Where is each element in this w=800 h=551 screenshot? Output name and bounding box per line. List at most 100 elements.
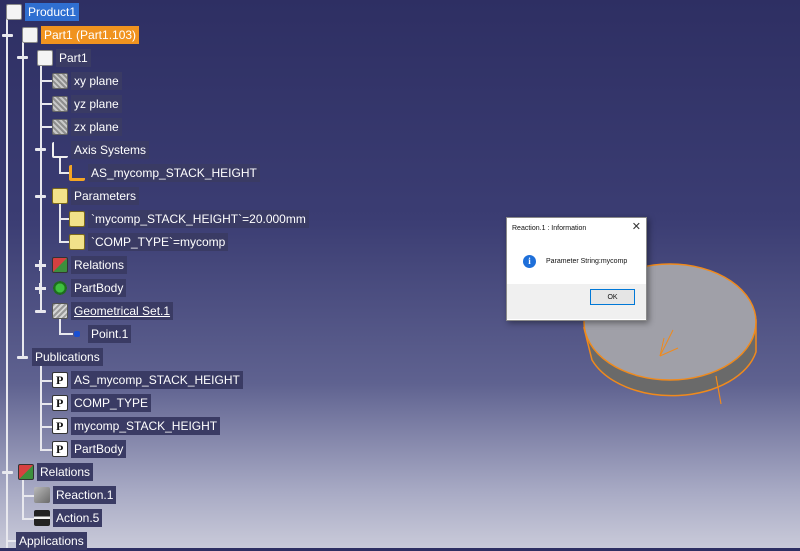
connector (40, 380, 52, 382)
axis-systems-icon (52, 142, 68, 158)
connector (59, 218, 69, 220)
tree-node-publications[interactable]: Publications (32, 347, 103, 367)
connector (22, 518, 34, 520)
expand-toggle-partbody-v (39, 283, 42, 294)
tree-line-pubs (40, 364, 42, 450)
tree-label-param2: `COMP_TYPE`=mycomp (88, 233, 229, 251)
relations-icon (52, 257, 68, 273)
tree-label-part: Part1 (56, 49, 91, 67)
action-icon (34, 510, 50, 526)
connector (22, 495, 34, 497)
connector (59, 241, 69, 243)
collapse-toggle-publications[interactable] (17, 356, 28, 359)
collapse-toggle-parameters[interactable] (35, 195, 46, 198)
tree-line-relations (22, 478, 24, 520)
plane-icon (52, 73, 68, 89)
dialog-title: Reaction.1 : Information (512, 224, 587, 232)
tree-node-pub2[interactable]: COMP_TYPE (52, 393, 152, 413)
info-icon: i (523, 254, 536, 268)
information-dialog: Reaction.1 : Information ✕ i Parameter S… (506, 217, 647, 321)
tree-node-relations[interactable]: Relations (52, 255, 128, 275)
tree-node-param2[interactable]: `COMP_TYPE`=mycomp (69, 232, 229, 252)
connector (40, 103, 52, 105)
geometrical-set-icon (52, 303, 68, 319)
partbody-icon (52, 280, 68, 296)
collapse-toggle-product[interactable] (2, 34, 13, 37)
tree-label-pub1: AS_mycomp_STACK_HEIGHT (71, 371, 243, 389)
tree-label-axis-item: AS_mycomp_STACK_HEIGHT (88, 164, 260, 182)
tree-label-yz-plane: yz plane (71, 95, 122, 113)
ok-button[interactable]: OK (590, 289, 635, 305)
part-icon (37, 50, 53, 66)
parameter-icon (69, 234, 85, 250)
tree-label-product: Product1 (25, 3, 80, 21)
parameter-icon (69, 211, 85, 227)
tree-node-part-instance[interactable]: Part1 (Part1.103) (22, 25, 140, 45)
tree-node-product[interactable]: Product1 (6, 2, 80, 22)
tree-label-relations: Relations (71, 256, 128, 274)
collapse-toggle-part-instance[interactable] (17, 56, 28, 59)
point-icon (74, 331, 80, 337)
tree-node-pub4[interactable]: PartBody (52, 439, 127, 459)
tree-line-part-instance (22, 42, 24, 356)
tree-node-pub3[interactable]: mycomp_STACK_HEIGHT (52, 416, 221, 436)
axis-system-icon (69, 165, 85, 181)
tree-label-partbody: PartBody (71, 279, 127, 297)
expand-toggle-relations-v (39, 260, 42, 271)
tree-node-pub1[interactable]: AS_mycomp_STACK_HEIGHT (52, 370, 243, 390)
tree-node-partbody[interactable]: PartBody (52, 278, 127, 298)
tree-node-reaction[interactable]: Reaction.1 (34, 485, 117, 505)
relations-icon (18, 464, 34, 480)
tree-node-part[interactable]: Part1 (37, 48, 91, 68)
parameters-icon (52, 188, 68, 204)
tree-label-geo-set: Geometrical Set.1 (71, 302, 174, 320)
dialog-title-bar[interactable]: Reaction.1 : Information ✕ (507, 218, 646, 238)
connector (40, 80, 52, 82)
tree-node-yz-plane[interactable]: yz plane (52, 94, 122, 114)
connector (40, 449, 52, 451)
tree-label-pub2: COMP_TYPE (71, 394, 152, 412)
connector (40, 426, 52, 428)
tree-label-pub3: mycomp_STACK_HEIGHT (71, 417, 221, 435)
connector (40, 403, 52, 405)
part-instance-icon (22, 27, 38, 43)
tree-label-part-instance: Part1 (Part1.103) (41, 26, 140, 44)
tree-label-axis-systems: Axis Systems (71, 141, 150, 159)
tree-node-axis-item[interactable]: AS_mycomp_STACK_HEIGHT (69, 163, 260, 183)
tree-line-params (59, 203, 61, 243)
tree-node-point[interactable]: Point.1 (69, 324, 132, 344)
reaction-icon (34, 487, 50, 503)
publication-icon (52, 418, 68, 434)
close-icon[interactable]: ✕ (632, 222, 641, 233)
dialog-footer: OK (507, 284, 646, 319)
tree-label-applications: Applications (16, 532, 87, 550)
dialog-message: Parameter String:mycomp (546, 257, 628, 265)
tree-label-pub4: PartBody (71, 440, 127, 458)
collapse-toggle-geo-set[interactable] (35, 310, 46, 313)
tree-label-point: Point.1 (88, 325, 132, 343)
tree-node-axis-systems[interactable]: Axis Systems (52, 140, 150, 160)
tree-node-parameters[interactable]: Parameters (52, 186, 140, 206)
tree-label-publications: Publications (32, 348, 103, 366)
tree-node-action[interactable]: Action.5 (34, 508, 103, 528)
tree-node-xy-plane[interactable]: xy plane (52, 71, 122, 91)
plane-icon (52, 119, 68, 135)
tree-label-action: Action.5 (53, 509, 103, 527)
tree-label-parameters: Parameters (71, 187, 140, 205)
tree-label-root-relations: Relations (37, 463, 94, 481)
tree-label-zx-plane: zx plane (71, 118, 122, 136)
tree-node-geo-set[interactable]: Geometrical Set.1 (52, 301, 174, 321)
collapse-toggle-axis-systems[interactable] (35, 148, 46, 151)
tree-node-param1[interactable]: `mycomp_STACK_HEIGHT`=20.000mm (69, 209, 309, 229)
publication-icon (52, 441, 68, 457)
tree-label-reaction: Reaction.1 (53, 486, 117, 504)
collapse-toggle-relations[interactable] (2, 471, 13, 474)
plane-icon (52, 96, 68, 112)
tree-node-root-relations[interactable]: Relations (18, 462, 94, 482)
tree-line-root (6, 18, 8, 548)
publication-icon (52, 372, 68, 388)
dialog-body: i Parameter String:mycomp (507, 238, 646, 284)
tree-label-param1: `mycomp_STACK_HEIGHT`=20.000mm (88, 210, 309, 228)
tree-node-applications[interactable]: Applications (16, 531, 87, 551)
tree-node-zx-plane[interactable]: zx plane (52, 117, 122, 137)
